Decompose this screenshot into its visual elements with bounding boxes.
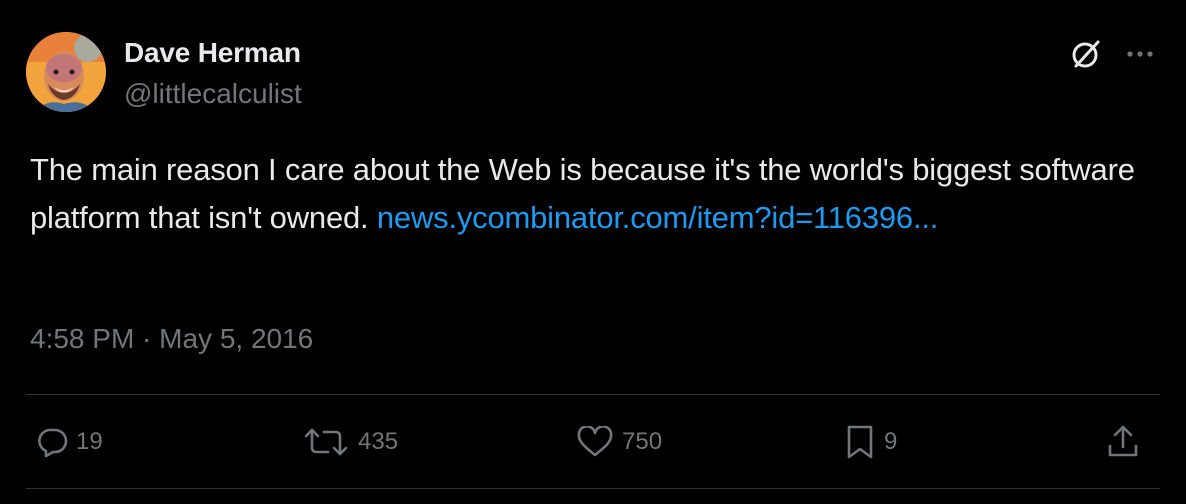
author-name[interactable]: Dave Herman (124, 36, 301, 70)
tweet-text: The main reason I care about the Web is … (30, 146, 1160, 242)
bookmark-count: 9 (884, 428, 898, 455)
share-button[interactable] (1106, 420, 1140, 464)
tweet-card: Dave Herman @littlecalculist The main re… (0, 0, 1186, 504)
avatar[interactable] (26, 32, 106, 112)
divider (26, 394, 1160, 395)
grok-icon[interactable] (1068, 36, 1104, 72)
repost-icon (302, 426, 350, 458)
reply-count: 19 (76, 428, 103, 455)
like-button[interactable]: 750 (576, 420, 662, 464)
repost-count: 435 (358, 428, 399, 455)
bookmark-icon (844, 424, 876, 460)
more-icon[interactable] (1122, 40, 1158, 68)
share-icon (1106, 424, 1140, 460)
reply-icon (36, 426, 68, 458)
heart-icon (576, 426, 614, 458)
reply-button[interactable]: 19 (36, 420, 103, 464)
divider (26, 488, 1160, 489)
repost-button[interactable]: 435 (302, 420, 398, 464)
author-handle[interactable]: @littlecalculist (124, 77, 302, 111)
like-count: 750 (622, 428, 663, 455)
bookmark-button[interactable]: 9 (844, 420, 897, 464)
tweet-timestamp[interactable]: 4:58 PM · May 5, 2016 (30, 322, 313, 356)
tweet-link[interactable]: news.ycombinator.com/item?id=116396... (377, 200, 939, 235)
